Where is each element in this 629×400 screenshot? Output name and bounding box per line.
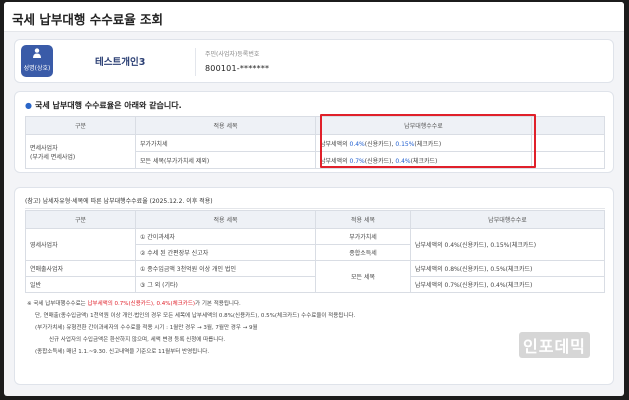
tax-cell: 종합소득세 [315, 244, 411, 261]
column-header: 적용 세목 [135, 210, 316, 229]
column-header: 적용 세목 [135, 116, 316, 135]
table-row: 영세사업자 ① 간이과세자 부가가치세 납부세액의 0.4%(신용카드), 0.… [25, 228, 605, 261]
tax-cell: 부가가치세 [315, 228, 411, 245]
reference-heading: (참고) 납세자유형·세목에 따른 납부대행수수료율 (2025.12.2. 이… [25, 198, 213, 205]
note-line: (종합소득세) 매년 1.1.~9.30. 신고내역을 기준으로 11월부터 반… [35, 349, 210, 355]
note-highlight: 납부세액의 0.7%(신용카드), 0.4%(체크카드) [87, 301, 196, 307]
note-line: 단, 연매출(종수입금액) 1천억원 이상 개인·법인의 경우 모든 세목에 납… [35, 313, 356, 319]
category-name: 면세사업자 [30, 144, 58, 152]
condition-cell: ③ 그 외 (기타) [135, 276, 316, 293]
column-header: 구분 [25, 210, 136, 229]
group-cell: 일반 [25, 276, 136, 293]
fee-section-heading: ● 국세 납부대행 수수료율은 아래와 같습니다. [25, 100, 182, 111]
watermark-logo: 인포데믹 [519, 332, 590, 358]
divider [25, 208, 605, 209]
registration-number-value: 800101-******* [205, 64, 270, 73]
avatar-label: 성명(상호) [23, 65, 51, 72]
person-icon [33, 48, 41, 58]
empty-cell [531, 151, 605, 169]
category-subtitle: (부가세 면세사업) [30, 153, 76, 161]
table-header-row: 구분 적용 세목 적용 세목 납부대행수수료 [25, 210, 605, 229]
avatar: 성명(상호) [21, 45, 53, 77]
condition-cell: ① 종수입금액 3천억원 이상 개인 법인 [135, 260, 316, 277]
column-header-empty [531, 116, 605, 135]
tax-cell: 모든 세목 [315, 260, 411, 293]
fee-cell: 납부세액의 0.4%(신용카드), 0.15%(체크카드) [410, 228, 605, 261]
category-cell: 면세사업자 (부가세 면세사업) [25, 134, 136, 169]
divider [195, 48, 196, 76]
group-cell: 영세사업자 [25, 228, 136, 261]
bullet-icon: ● [25, 101, 32, 110]
page-title: 국세 납부대행 수수료율 조회 [12, 12, 164, 27]
tax-item-cell: 부가가치세 [135, 134, 316, 152]
empty-cell [531, 134, 605, 152]
reference-table: 구분 적용 세목 적용 세목 납부대행수수료 영세사업자 ① 간이과세자 부가가… [25, 210, 605, 293]
note-line: 신규 사업자의 수입금액은 환산하지 않으며, 세액 변경 등록 신청에 따릅니… [49, 337, 226, 343]
fee-rate-card: ● 국세 납부대행 수수료율은 아래와 같습니다. 구분 적용 세목 납부대행수수… [14, 91, 614, 173]
taxpayer-card: 성명(상호) 테스트개인3 주민(사업자)등록번호 800101-******* [14, 39, 614, 83]
app-window: 국세 납부대행 수수료율 조회 성명(상호) 테스트개인3 주민(사업자)등록번… [4, 2, 624, 396]
fee-cell: 납부세액의 0.7%(신용카드), 0.4%(체크카드) [410, 276, 605, 293]
note-text: 가 기본 적용됩니다. [195, 301, 241, 307]
column-header: 구분 [25, 116, 136, 135]
column-header: 납부대행수수료 [410, 210, 605, 229]
title-bar: 국세 납부대행 수수료율 조회 [4, 2, 624, 32]
table-row: 연매출사업자 ① 종수입금액 3천억원 이상 개인 법인 모든 세목 납부세액의… [25, 260, 605, 293]
highlight-annotation [320, 114, 536, 168]
condition-cell: ② 수세 된 간편장부 신고자 [135, 244, 316, 261]
fee-section-heading-text: 국세 납부대행 수수료율은 아래와 같습니다. [34, 101, 182, 110]
note-text: ※ 국세 납부대행수수료는 [27, 301, 88, 307]
note-line: (부가가치세) 유형전환 간이과세자의 수수료율 적용 시기 : 1월만 경우 … [35, 325, 258, 331]
tax-item-cell: 모든 세목(부가가치세 제외) [135, 151, 316, 169]
group-cell: 연매출사업자 [25, 260, 136, 277]
column-header: 적용 세목 [315, 210, 411, 229]
taxpayer-name: 테스트개인3 [95, 57, 146, 68]
registration-number-label: 주민(사업자)등록번호 [205, 51, 260, 58]
table-row: 일반 ③ 그 외 (기타) 납부세액의 0.7%(신용카드), 0.4%(체크카… [25, 276, 605, 293]
note-line: ※ 국세 납부대행수수료는 납부세액의 0.7%(신용카드), 0.4%(체크카… [27, 299, 241, 307]
fee-cell: 납부세액의 0.8%(신용카드), 0.5%(체크카드) [410, 260, 605, 277]
condition-cell: ① 간이과세자 [135, 228, 316, 245]
